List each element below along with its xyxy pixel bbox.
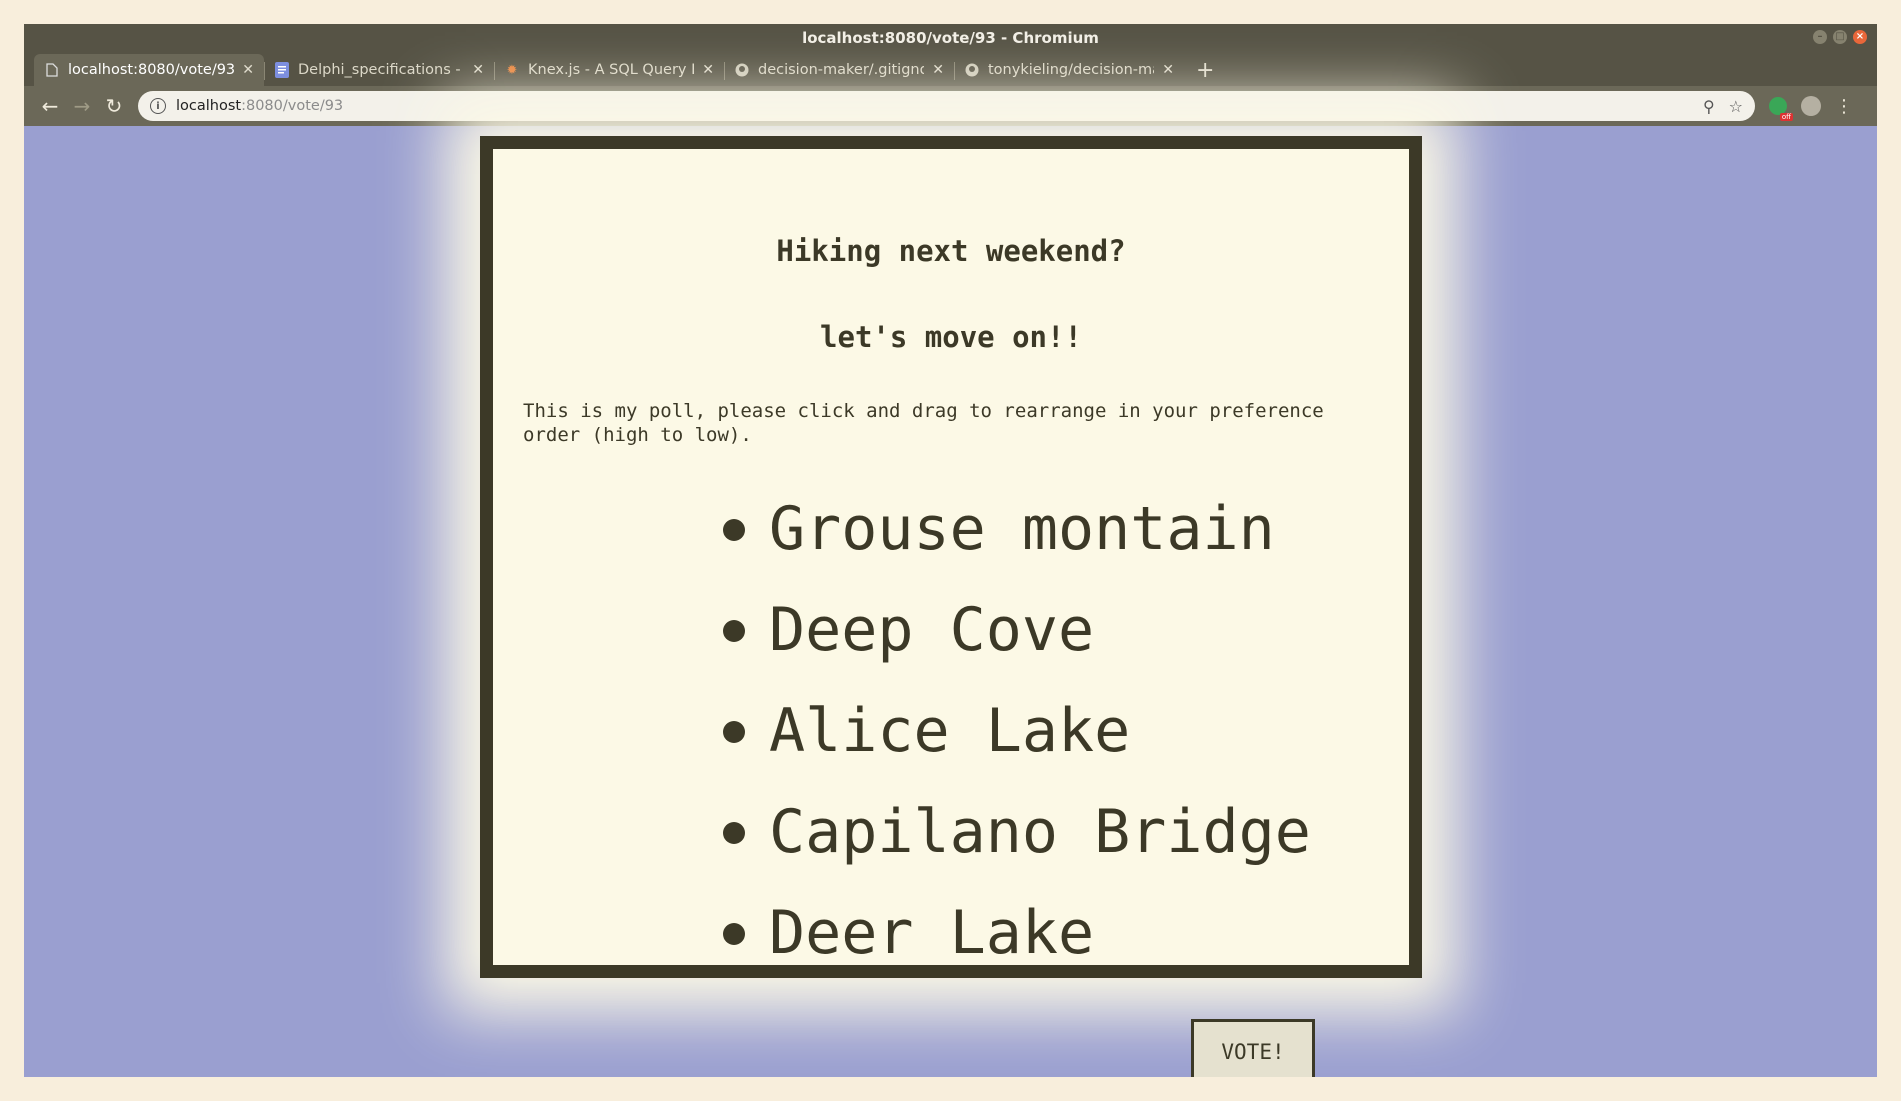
poll-description: This is my poll, please click and drag t…	[523, 400, 1324, 446]
title-bar: localhost:8080/vote/93 - Chromium – □ ×	[24, 24, 1877, 52]
poll-option[interactable]: Deep Cove	[723, 580, 1311, 681]
page-icon	[44, 62, 60, 78]
profile-avatar[interactable]	[1801, 96, 1821, 116]
tab-vote[interactable]: localhost:8080/vote/93 ✕	[34, 54, 264, 86]
reload-button[interactable]: ↻	[98, 94, 130, 118]
tab-label: decision-maker/.gitignore	[758, 62, 925, 78]
tab-delphi-specifications[interactable]: Delphi_specifications - Go ✕	[264, 54, 494, 86]
close-tab-icon[interactable]: ✕	[1162, 62, 1174, 78]
bullet-icon	[723, 821, 745, 844]
poll-card: Hiking next weekend? let's move on!! Thi…	[480, 136, 1422, 978]
poll-subtitle: let's move on!!	[820, 320, 1082, 354]
tab-strip: localhost:8080/vote/93 ✕ Delphi_specific…	[24, 52, 1877, 86]
poll-option-label: Capilano Bridge	[769, 797, 1311, 867]
forward-button[interactable]: →	[66, 94, 98, 118]
back-button[interactable]: ←	[34, 94, 66, 118]
poll-option-label: Grouse montain	[769, 494, 1275, 564]
poll-option-label: Deep Cove	[769, 595, 1095, 665]
page-viewport: Hiking next weekend? let's move on!! Thi…	[24, 126, 1877, 1077]
poll-option[interactable]: Alice Lake	[723, 681, 1311, 782]
poll-option-label: Deer Lake	[769, 898, 1095, 968]
github-icon	[734, 62, 750, 78]
bookmark-star-icon[interactable]: ☆	[1729, 97, 1743, 116]
address-bar[interactable]: i localhost:8080/vote/93 ⚲ ☆	[138, 91, 1755, 121]
tab-knex[interactable]: ✹ Knex.js - A SQL Query Bui ✕	[494, 54, 724, 86]
minimize-button[interactable]: –	[1813, 30, 1827, 44]
close-tab-icon[interactable]: ✕	[702, 62, 714, 78]
tab-decision-maker[interactable]: tonykieling/decision-mak ✕	[954, 54, 1184, 86]
extensions-area: off ⋮	[1769, 96, 1853, 121]
maximize-button[interactable]: □	[1833, 30, 1847, 44]
zoom-icon[interactable]: ⚲	[1703, 97, 1715, 116]
extension-toggle-icon[interactable]: off	[1769, 97, 1793, 121]
window-title: localhost:8080/vote/93 - Chromium	[802, 29, 1099, 47]
knex-icon: ✹	[506, 62, 518, 78]
close-tab-icon[interactable]: ✕	[242, 62, 254, 78]
bullet-icon	[723, 720, 745, 743]
window-controls: – □ ×	[1813, 30, 1867, 44]
url-host: localhost	[176, 98, 242, 114]
close-tab-icon[interactable]: ✕	[472, 62, 484, 78]
vote-button[interactable]: VOTE!	[1191, 1019, 1315, 1077]
poll-option[interactable]: Deer Lake	[723, 883, 1311, 984]
poll-option[interactable]: Grouse montain	[723, 479, 1311, 580]
tab-label: Knex.js - A SQL Query Bui	[528, 62, 694, 78]
new-tab-button[interactable]: +	[1196, 54, 1214, 86]
github-icon	[964, 62, 980, 78]
bullet-icon	[723, 922, 745, 945]
close-window-button[interactable]: ×	[1853, 30, 1867, 44]
bullet-icon	[723, 518, 745, 541]
poll-options-list: Grouse montain Deep Cove Alice Lake Capi…	[723, 479, 1311, 984]
bullet-icon	[723, 619, 745, 642]
poll-option-label: Alice Lake	[769, 696, 1131, 766]
tab-label: tonykieling/decision-mak	[988, 62, 1155, 78]
poll-title: Hiking next weekend?	[776, 234, 1126, 268]
tab-label: localhost:8080/vote/93	[68, 62, 235, 78]
close-tab-icon[interactable]: ✕	[932, 62, 944, 78]
tab-label: Delphi_specifications - Go	[298, 62, 464, 78]
tab-gitignore[interactable]: decision-maker/.gitignore ✕	[724, 54, 954, 86]
browser-window: localhost:8080/vote/93 - Chromium – □ × …	[24, 24, 1877, 1077]
browser-toolbar: ← → ↻ i localhost:8080/vote/93 ⚲ ☆ off ⋮	[24, 86, 1877, 126]
browser-menu-icon[interactable]: ⋮	[1835, 96, 1853, 117]
docs-icon	[274, 62, 290, 78]
poll-option[interactable]: Capilano Bridge	[723, 782, 1311, 883]
site-info-icon[interactable]: i	[150, 98, 166, 114]
url-path: :8080/vote/93	[241, 98, 344, 114]
